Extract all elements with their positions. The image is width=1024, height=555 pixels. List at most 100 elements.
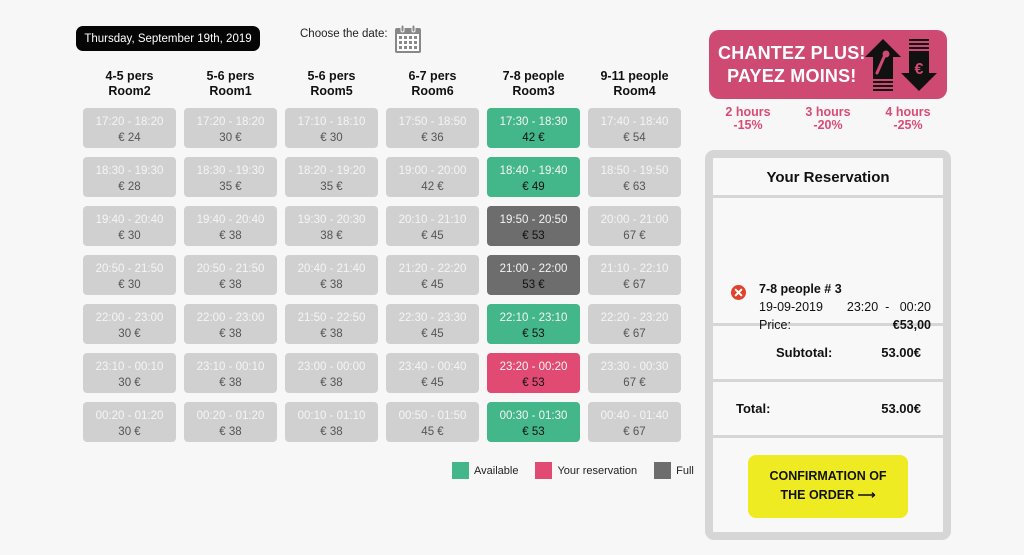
slot-time: 21:20 - 22:20 — [398, 263, 467, 275]
time-slot-available[interactable]: 17:30 - 18:30 42 € — [487, 108, 580, 148]
room-name: Room6 — [411, 84, 454, 98]
legend-item-full: Full — [654, 462, 694, 479]
time-slot-unavailable[interactable]: 23:10 - 00:10 30 € — [83, 353, 176, 393]
slot-price: € 38 — [219, 230, 242, 242]
total-value: 53.00€ — [881, 401, 921, 416]
time-slot-unavailable[interactable]: 20:50 - 21:50 € 30 — [83, 255, 176, 295]
time-slot-unavailable[interactable]: 20:40 - 21:40 € 38 — [285, 255, 378, 295]
confirm-line-2: THE ORDER ⟶ — [748, 486, 908, 505]
time-slot-unavailable[interactable]: 23:30 - 00:30 67 € — [588, 353, 681, 393]
time-slot-unavailable[interactable]: 18:20 - 19:20 35 € — [285, 157, 378, 197]
time-slot-unavailable[interactable]: 17:40 - 18:40 € 54 — [588, 108, 681, 148]
slot-time: 22:20 - 23:20 — [600, 312, 669, 324]
time-slot-unavailable[interactable]: 17:20 - 18:20 € 24 — [83, 108, 176, 148]
time-slot-unavailable[interactable]: 00:20 - 01:20 30 € — [83, 402, 176, 442]
slot-time: 21:00 - 22:00 — [499, 263, 568, 275]
time-slot-available[interactable]: 22:10 - 23:10 € 53 — [487, 304, 580, 344]
time-slot-unavailable[interactable]: 20:00 - 21:00 67 € — [588, 206, 681, 246]
time-slot-unavailable[interactable]: 00:40 - 01:40 € 67 — [588, 402, 681, 442]
time-slot-available[interactable]: 18:40 - 19:40 € 49 — [487, 157, 580, 197]
slot-time: 00:10 - 01:10 — [297, 410, 366, 422]
time-slot-unavailable[interactable]: 19:40 - 20:40 € 38 — [184, 206, 277, 246]
slot-price: € 38 — [320, 377, 343, 389]
slot-price: 42 € — [522, 132, 545, 144]
slot-price: 35 € — [219, 181, 242, 193]
slot-time: 18:20 - 19:20 — [297, 165, 366, 177]
room-header: 6-7 pers Room6 — [386, 68, 479, 108]
slot-time: 18:50 - 19:50 — [600, 165, 669, 177]
time-slot-unavailable[interactable]: 17:20 - 18:20 30 € — [184, 108, 277, 148]
slot-time: 00:30 - 01:30 — [499, 410, 568, 422]
reservation-datetime: 19-09-2019 23:20 - 00:20 — [759, 298, 931, 316]
discount-list: 2 hours -15% 3 hours -20% 4 hours -25% — [708, 106, 948, 132]
time-slot-unavailable[interactable]: 20:10 - 21:10 € 45 — [386, 206, 479, 246]
discount-percent: -15% — [733, 118, 763, 132]
slot-price: € 38 — [320, 279, 343, 291]
slot-price: 45 € — [421, 426, 444, 438]
time-slot-unavailable[interactable]: 18:30 - 19:30 35 € — [184, 157, 277, 197]
slot-time: 19:50 - 20:50 — [499, 214, 568, 226]
promo-line-1: CHANTEZ PLUS! — [718, 43, 866, 63]
time-slot-full[interactable]: 21:00 - 22:00 53 € — [487, 255, 580, 295]
slot-time: 23:30 - 00:30 — [600, 361, 669, 373]
time-slot-unavailable[interactable]: 00:20 - 01:20 € 38 — [184, 402, 277, 442]
total-row: Total: 53.00€ — [713, 382, 943, 438]
slot-price: € 30 — [118, 230, 141, 242]
slot-price: 30 € — [118, 328, 141, 340]
promo-line-2: PAYEZ MOINS! — [727, 66, 857, 86]
slot-time: 23:10 - 00:10 — [196, 361, 265, 373]
reservation-title: Your Reservation — [713, 158, 943, 198]
time-slot-unavailable[interactable]: 00:50 - 01:50 45 € — [386, 402, 479, 442]
time-slot-unavailable[interactable]: 23:40 - 00:40 € 45 — [386, 353, 479, 393]
choose-date-label: Choose the date: — [300, 28, 388, 40]
time-slot-unavailable[interactable]: 21:50 - 22:50 € 38 — [285, 304, 378, 344]
slot-time: 19:40 - 20:40 — [95, 214, 164, 226]
slot-price: € 53 — [522, 328, 545, 340]
room-name: Room5 — [310, 84, 353, 98]
room-capacity: 5-6 pers — [206, 69, 255, 83]
slot-price: € 38 — [219, 426, 242, 438]
room-capacity: 6-7 pers — [408, 69, 457, 83]
time-slot-unavailable[interactable]: 17:50 - 18:50 € 36 — [386, 108, 479, 148]
confirm-order-button[interactable]: CONFIRMATION OF THE ORDER ⟶ — [748, 455, 908, 518]
reservation-date: 19-09-2019 — [759, 300, 823, 314]
time-slot-unavailable[interactable]: 18:30 - 19:30 € 28 — [83, 157, 176, 197]
time-slot-full[interactable]: 19:50 - 20:50 € 53 — [487, 206, 580, 246]
slot-price: € 53 — [522, 377, 545, 389]
promo-icons: € — [865, 39, 937, 91]
time-slot-unavailable[interactable]: 17:10 - 18:10 € 30 — [285, 108, 378, 148]
time-slot-unavailable[interactable]: 22:00 - 23:00 € 38 — [184, 304, 277, 344]
time-slot-unavailable[interactable]: 21:10 - 22:10 € 67 — [588, 255, 681, 295]
time-slot-unavailable[interactable]: 21:20 - 22:20 € 45 — [386, 255, 479, 295]
slot-time: 20:50 - 21:50 — [95, 263, 164, 275]
time-slot-unavailable[interactable]: 19:40 - 20:40 € 30 — [83, 206, 176, 246]
time-slot-unavailable[interactable]: 23:00 - 00:00 € 38 — [285, 353, 378, 393]
time-slot-unavailable[interactable]: 23:10 - 00:10 € 38 — [184, 353, 277, 393]
slot-price: € 45 — [421, 230, 444, 242]
time-slot-unavailable[interactable]: 22:20 - 23:20 € 67 — [588, 304, 681, 344]
slot-price: € 53 — [522, 230, 545, 242]
time-slot-unavailable[interactable]: 19:00 - 20:00 42 € — [386, 157, 479, 197]
slot-price: € 45 — [421, 279, 444, 291]
slot-price: € 45 — [421, 377, 444, 389]
time-slot-unavailable[interactable]: 18:50 - 19:50 € 63 — [588, 157, 681, 197]
calendar-icon[interactable] — [394, 24, 422, 54]
room-name: Room2 — [108, 84, 151, 98]
slot-time: 19:00 - 20:00 — [398, 165, 467, 177]
time-slot-unavailable[interactable]: 00:10 - 01:10 € 38 — [285, 402, 378, 442]
room-name: Room3 — [512, 84, 555, 98]
slot-time: 00:50 - 01:50 — [398, 410, 467, 422]
slot-price: 42 € — [421, 181, 444, 193]
time-slot-unavailable[interactable]: 20:50 - 21:50 € 38 — [184, 255, 277, 295]
legend-swatch-reservation — [535, 462, 553, 479]
slot-time: 22:30 - 23:30 — [398, 312, 467, 324]
time-slot-available[interactable]: 00:30 - 01:30 € 53 — [487, 402, 580, 442]
room-capacity: 9-11 people — [600, 69, 669, 83]
legend-label: Your reservation — [557, 464, 638, 477]
time-slot-unavailable[interactable]: 22:30 - 23:30 € 45 — [386, 304, 479, 344]
time-slot-reserved[interactable]: 23:20 - 00:20 € 53 — [487, 353, 580, 393]
reservation-panel: Your Reservation 7-8 people # 3 19-09-20… — [705, 150, 951, 540]
remove-reservation-icon[interactable] — [731, 285, 746, 300]
time-slot-unavailable[interactable]: 19:30 - 20:30 38 € — [285, 206, 378, 246]
time-slot-unavailable[interactable]: 22:00 - 23:00 30 € — [83, 304, 176, 344]
